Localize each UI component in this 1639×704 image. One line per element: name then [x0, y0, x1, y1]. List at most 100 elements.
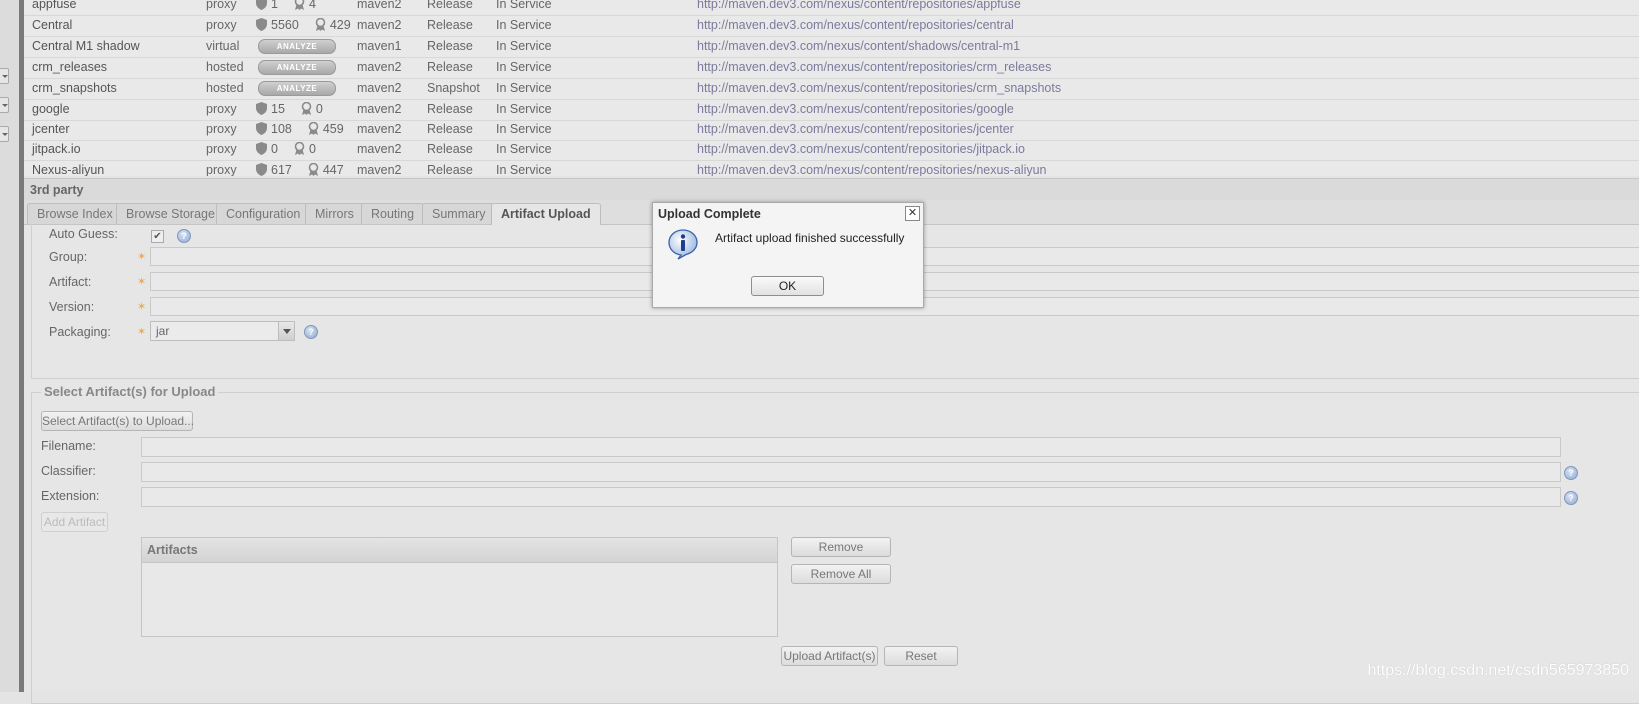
- repository-type: proxy: [206, 102, 237, 116]
- health-cell: 617 447: [256, 163, 356, 176]
- license-medal-icon: [294, 142, 305, 155]
- tab-configuration[interactable]: Configuration: [216, 203, 311, 224]
- analyze-button[interactable]: ANALYZE: [258, 60, 336, 75]
- table-row[interactable]: crm_releases hosted ANALYZE maven2 Release In…: [24, 57, 1639, 79]
- health-cell: 15 0: [256, 102, 356, 117]
- analyze-button[interactable]: ANALYZE: [258, 81, 336, 96]
- auto-guess-label: Auto Guess:: [49, 227, 118, 241]
- help-icon[interactable]: ?: [1564, 466, 1578, 480]
- table-row[interactable]: appfuse proxy 1 4 maven2 Release In Service htt…: [24, 0, 1639, 16]
- repository-url-link[interactable]: http://maven.dev3.com/nexus/content/repo…: [697, 81, 1061, 95]
- repository-format: maven2: [357, 122, 402, 136]
- artifact-upload-fieldset: Select Artifact(s) for Upload Select Art…: [31, 384, 1639, 704]
- table-row[interactable]: crm_snapshots hosted ANALYZE maven2 Snapshot…: [24, 78, 1639, 100]
- repository-policy: Release: [427, 142, 473, 156]
- security-shield-icon: [256, 102, 267, 115]
- security-shield-icon: [256, 142, 267, 155]
- dialog-title: Upload Complete: [658, 207, 761, 221]
- repository-status: In Service: [496, 0, 552, 11]
- required-star-icon: ✶: [137, 326, 147, 338]
- repository-format: maven2: [357, 18, 402, 32]
- auto-guess-checkbox[interactable]: ✔: [151, 230, 164, 243]
- health-cell: 108 459: [256, 122, 356, 137]
- repository-url-link[interactable]: http://maven.dev3.com/nexus/content/repo…: [697, 60, 1051, 74]
- repository-url-link[interactable]: http://maven.dev3.com/nexus/content/repo…: [697, 122, 1014, 136]
- repository-name: google: [32, 102, 70, 116]
- repository-url-link[interactable]: http://maven.dev3.com/nexus/content/repo…: [697, 102, 1014, 116]
- repository-type: proxy: [206, 142, 237, 156]
- repository-url-link[interactable]: http://maven.dev3.com/nexus/content/repo…: [697, 163, 1047, 176]
- repository-status: In Service: [496, 60, 552, 74]
- expand-toggle[interactable]: [0, 68, 9, 84]
- license-count: 0: [308, 142, 316, 156]
- license-count: 0: [315, 102, 323, 116]
- select-artifacts-button[interactable]: Select Artifact(s) to Upload...: [41, 411, 194, 431]
- repository-type: hosted: [206, 60, 244, 74]
- extension-input[interactable]: [141, 487, 1561, 507]
- info-icon: [668, 229, 698, 260]
- security-count: 617: [271, 163, 292, 176]
- repository-format: maven2: [357, 81, 402, 95]
- repository-name: jcenter: [32, 122, 70, 136]
- close-icon[interactable]: ✕: [905, 206, 920, 221]
- table-row[interactable]: Nexus-aliyun proxy 617 447 maven2 Release In S…: [24, 160, 1639, 176]
- classifier-input[interactable]: [141, 462, 1561, 482]
- watermark: https://blog.csdn.net/csdn565973850: [1367, 662, 1629, 679]
- ok-button[interactable]: OK: [751, 276, 824, 296]
- dialog-message: Artifact upload finished successfully: [715, 231, 905, 245]
- repository-url-link[interactable]: http://maven.dev3.com/nexus/content/repo…: [697, 18, 1014, 32]
- repository-url-link[interactable]: http://maven.dev3.com/nexus/content/repo…: [697, 0, 1021, 11]
- repository-name: crm_snapshots: [32, 81, 117, 95]
- table-row[interactable]: jitpack.io proxy 0 0 maven2 Release In Service…: [24, 139, 1639, 161]
- health-cell: 14: [256, 0, 356, 12]
- repository-policy: Release: [427, 0, 473, 11]
- health-cell: ANALYZE: [256, 60, 356, 75]
- required-star-icon: ✶: [137, 276, 147, 288]
- health-cell: ANALYZE: [256, 81, 356, 96]
- analyze-button[interactable]: ANALYZE: [258, 39, 336, 54]
- security-shield-icon: [256, 0, 267, 10]
- remove-all-button[interactable]: Remove All: [791, 564, 891, 584]
- tab-browse-storage[interactable]: Browse Storage: [116, 203, 225, 224]
- help-icon[interactable]: ?: [304, 325, 318, 339]
- tab-summary[interactable]: Summary: [422, 203, 496, 224]
- health-cell: 5560 429: [256, 18, 356, 33]
- repository-status: In Service: [496, 163, 552, 176]
- repository-policy: Release: [427, 60, 473, 74]
- table-row[interactable]: Central proxy 5560 429 maven2 Release In Servi…: [24, 15, 1639, 37]
- license-medal-icon: [315, 18, 326, 31]
- artifacts-list[interactable]: Artifacts: [141, 537, 778, 637]
- table-row[interactable]: jcenter proxy 108 459 maven2 Release In Servic…: [24, 119, 1639, 141]
- help-icon[interactable]: ?: [177, 229, 191, 243]
- table-row[interactable]: google proxy 15 0 maven2 Release In Service htt…: [24, 99, 1639, 121]
- security-count: 5560: [271, 18, 299, 32]
- repository-url-link[interactable]: http://maven.dev3.com/nexus/content/shad…: [697, 39, 1020, 53]
- health-cell: ANALYZE: [256, 39, 356, 54]
- packaging-value: jar: [156, 324, 170, 338]
- table-row[interactable]: Central M1 shadow virtual ANALYZE maven1 Rel…: [24, 36, 1639, 58]
- filename-input[interactable]: [141, 437, 1561, 457]
- repository-type: hosted: [206, 81, 244, 95]
- packaging-select[interactable]: jar: [150, 321, 295, 341]
- repository-grid: appfuse proxy 1 4 maven2 Release In Service htt…: [24, 0, 1639, 176]
- chevron-down-icon[interactable]: [278, 322, 294, 340]
- repository-status: In Service: [496, 81, 552, 95]
- help-icon[interactable]: ?: [1564, 491, 1578, 505]
- tab-routing[interactable]: Routing: [361, 203, 425, 224]
- tab-mirrors[interactable]: Mirrors: [305, 203, 364, 224]
- tab-browse-index[interactable]: Browse Index: [27, 203, 123, 224]
- upload-artifacts-button[interactable]: Upload Artifact(s): [781, 646, 878, 666]
- repository-type: proxy: [206, 18, 237, 32]
- reset-button[interactable]: Reset: [884, 646, 958, 666]
- repository-policy: Snapshot: [427, 81, 480, 95]
- extension-label: Extension:: [41, 489, 100, 503]
- expand-toggle[interactable]: [0, 97, 9, 113]
- expand-toggle[interactable]: [0, 126, 9, 142]
- tab-artifact-upload[interactable]: Artifact Upload: [491, 203, 601, 225]
- add-artifact-button[interactable]: Add Artifact: [41, 512, 108, 532]
- repository-url-link[interactable]: http://maven.dev3.com/nexus/content/repo…: [697, 142, 1025, 156]
- remove-button[interactable]: Remove: [791, 537, 891, 557]
- license-count: 459: [322, 122, 344, 136]
- packaging-label: Packaging:: [49, 325, 111, 339]
- artifact-label: Artifact:: [49, 275, 92, 289]
